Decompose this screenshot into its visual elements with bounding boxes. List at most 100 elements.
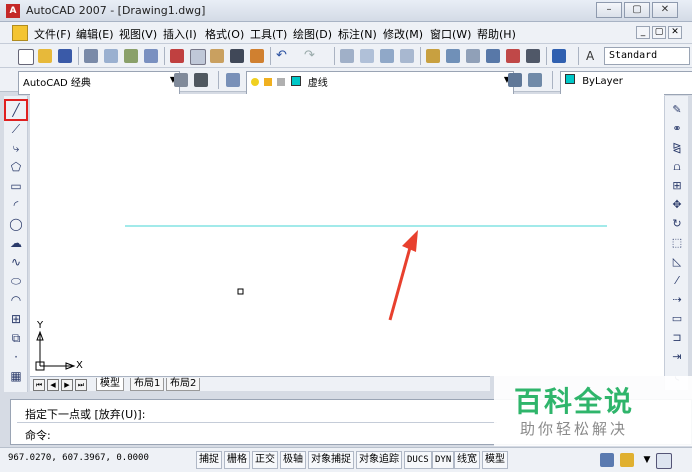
ortho-toggle[interactable]: 正交 [252, 451, 278, 469]
save-icon[interactable] [58, 49, 72, 63]
hatch-icon[interactable]: ▦ [8, 368, 24, 384]
clean-screen-icon[interactable] [656, 453, 672, 469]
last-tab-button[interactable]: ⏭ [75, 379, 87, 391]
lineweight-toggle[interactable]: 线宽 [454, 451, 480, 469]
text-style-icon[interactable]: A [586, 49, 600, 63]
help-icon[interactable] [552, 49, 566, 63]
copy-icon[interactable] [190, 49, 206, 65]
grid-toggle[interactable]: 栅格 [224, 451, 250, 469]
menu-window[interactable]: 窗口(W) [430, 26, 471, 42]
print-icon[interactable] [84, 49, 98, 63]
coordinate-display[interactable]: 967.0270, 607.3967, 0.0000 [8, 453, 149, 463]
zoom-realtime-icon[interactable] [360, 49, 374, 63]
layer-select[interactable]: 虚线 ▼ [246, 71, 514, 95]
spline-icon[interactable]: ∿ [8, 254, 24, 270]
tab-layout2[interactable]: 布局2 [166, 378, 201, 391]
new-icon[interactable] [18, 49, 34, 65]
text-style-select[interactable]: Standard [604, 47, 690, 65]
otrack-toggle[interactable]: 对象追踪 [356, 451, 402, 469]
minimize-button[interactable]: – [596, 2, 622, 18]
break-icon[interactable]: ▭ [669, 311, 685, 327]
autocad-logo-icon[interactable]: A [6, 4, 20, 18]
osnap-toggle[interactable]: 对象捕捉 [308, 451, 354, 469]
menu-draw[interactable]: 绘图(D) [293, 26, 332, 42]
join-icon[interactable]: ⊐ [669, 330, 685, 346]
make-object-layer-current-icon[interactable] [508, 73, 522, 87]
insert-block-icon[interactable]: ⊞ [8, 311, 24, 327]
undo-icon[interactable]: ↶ [276, 49, 290, 63]
menu-modify[interactable]: 修改(M) [383, 26, 423, 42]
cut-icon[interactable] [170, 49, 184, 63]
erase-icon[interactable]: ✎ [669, 102, 685, 118]
scale-icon[interactable]: ⬚ [669, 235, 685, 251]
tab-layout1[interactable]: 布局1 [130, 378, 165, 391]
workspace-save-icon[interactable] [194, 73, 208, 87]
rectangle-icon[interactable]: ▭ [8, 178, 24, 194]
next-tab-button[interactable]: ▶ [61, 379, 73, 391]
revision-cloud-icon[interactable]: ☁ [8, 235, 24, 251]
menu-file[interactable]: 文件(F) [34, 26, 71, 42]
workspace-select[interactable]: AutoCAD 经典 ▼ [18, 71, 180, 95]
menu-tools[interactable]: 工具(T) [250, 26, 287, 42]
snap-toggle[interactable]: 捕捉 [196, 451, 222, 469]
ellipse-arc-icon[interactable]: ◠ [8, 292, 24, 308]
tab-model[interactable]: 模型 [96, 378, 124, 391]
chamfer-icon[interactable]: ⇥ [669, 349, 685, 365]
lock-icon[interactable] [620, 453, 634, 467]
plot-preview-icon[interactable] [104, 49, 118, 63]
command-prompt[interactable]: 命令: [25, 427, 51, 443]
doc-close-button[interactable]: ✕ [668, 26, 682, 39]
close-button[interactable]: ✕ [652, 2, 678, 18]
construction-line-icon[interactable]: ⟋ [8, 121, 24, 137]
communication-center-icon[interactable] [600, 453, 614, 467]
trim-icon[interactable]: ⁄ [669, 273, 685, 289]
3d-dwf-icon[interactable] [144, 49, 158, 63]
move-icon[interactable]: ✥ [669, 197, 685, 213]
menu-help[interactable]: 帮助(H) [477, 26, 516, 42]
document-icon[interactable] [12, 25, 28, 41]
arc-icon[interactable]: ◜ [8, 197, 24, 213]
markup-icon[interactable] [506, 49, 520, 63]
menu-dimension[interactable]: 标注(N) [338, 26, 377, 42]
chevron-down-icon[interactable]: ▼ [640, 453, 654, 467]
rotate-icon[interactable]: ↻ [669, 216, 685, 232]
make-block-icon[interactable]: ⧉ [8, 330, 24, 346]
copy-object-icon[interactable]: ⚭ [669, 121, 685, 137]
menu-insert[interactable]: 插入(I) [163, 26, 197, 42]
workspace-settings-icon[interactable] [174, 73, 188, 87]
ducs-toggle[interactable]: DUCS [404, 451, 432, 469]
doc-minimize-button[interactable]: _ [636, 26, 650, 39]
first-tab-button[interactable]: ⏮ [33, 379, 45, 391]
layer-manager-icon[interactable] [226, 73, 240, 87]
layer-previous-icon[interactable] [528, 73, 542, 87]
polar-toggle[interactable]: 极轴 [280, 451, 306, 469]
zoom-previous-icon[interactable] [400, 49, 414, 63]
drawing-canvas[interactable] [30, 94, 664, 376]
properties-icon[interactable] [426, 49, 440, 63]
color-control-select[interactable]: ByLayer [560, 71, 692, 95]
polygon-icon[interactable]: ⬠ [8, 159, 24, 175]
doc-restore-button[interactable]: ▢ [652, 26, 666, 39]
block-editor-icon[interactable] [250, 49, 264, 63]
stretch-icon[interactable]: ◺ [669, 254, 685, 270]
line-icon[interactable]: ╱ [8, 102, 24, 118]
ellipse-icon[interactable]: ⬭ [8, 273, 24, 289]
drawing-area[interactable]: Y X [30, 94, 664, 376]
sheet-set-icon[interactable] [486, 49, 500, 63]
model-toggle[interactable]: 模型 [482, 451, 508, 469]
previous-tab-button[interactable]: ◀ [47, 379, 59, 391]
menu-format[interactable]: 格式(O) [205, 26, 244, 42]
dyn-toggle[interactable]: DYN [432, 451, 455, 469]
menu-edit[interactable]: 编辑(E) [76, 26, 114, 42]
redo-icon[interactable]: ↷ [304, 49, 318, 63]
circle-icon[interactable]: ◯ [8, 216, 24, 232]
mirror-icon[interactable]: ⧎ [669, 140, 685, 156]
publish-icon[interactable] [124, 49, 138, 63]
match-properties-icon[interactable] [230, 49, 244, 63]
pan-icon[interactable] [340, 49, 354, 63]
calculator-icon[interactable] [526, 49, 540, 63]
menu-view[interactable]: 视图(V) [119, 26, 157, 42]
tool-palettes-icon[interactable] [466, 49, 480, 63]
extend-icon[interactable]: ⇢ [669, 292, 685, 308]
open-icon[interactable] [38, 49, 52, 63]
